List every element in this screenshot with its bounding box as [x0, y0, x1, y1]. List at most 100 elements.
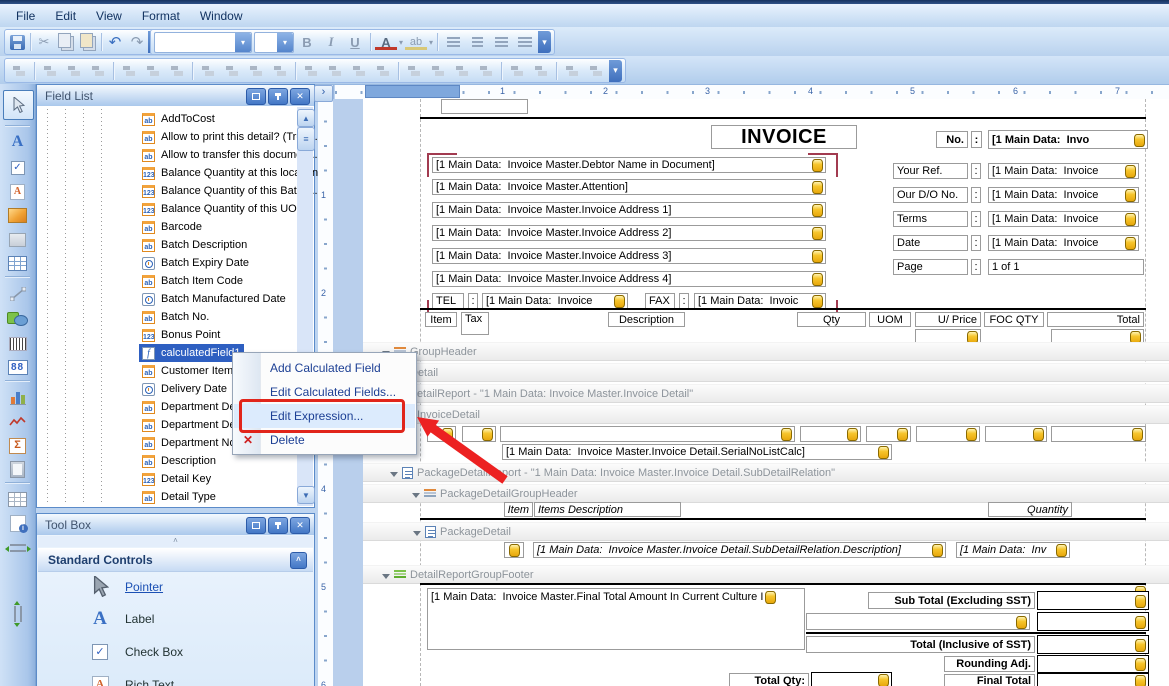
collapse-triangle-icon[interactable] — [382, 573, 390, 579]
final-total-value[interactable] — [1037, 673, 1149, 686]
final-total-label[interactable]: Final Total — [944, 674, 1035, 686]
field-item[interactable]: ab Allow to print this detail? (True... — [139, 128, 321, 146]
report-control-empty[interactable] — [441, 99, 528, 114]
tax-row-field[interactable] — [806, 613, 1030, 630]
bound-field[interactable]: [1 Main Data: Inv — [956, 542, 1070, 558]
info-label[interactable]: No. — [936, 131, 968, 148]
collapse-panel-arrow-icon[interactable]: › — [314, 85, 333, 102]
field-item[interactable]: 123 Balance Quantity of this Batch... — [139, 182, 321, 200]
colon-separator[interactable]: : — [971, 163, 981, 179]
band-packagedetail[interactable]: PackageDetail — [363, 522, 1169, 541]
standard-controls-header[interactable]: Standard Controls ˄ — [38, 548, 313, 572]
font-color-dropdown-icon[interactable]: ▾ — [399, 38, 403, 47]
bound-field[interactable]: [1 Main Data: Invo — [988, 130, 1148, 149]
font-name-dropdown-icon[interactable]: ▾ — [235, 32, 251, 52]
font-size-combo[interactable]: ▾ — [254, 31, 294, 53]
sparkline-tool-icon[interactable] — [3, 410, 32, 433]
bound-field[interactable]: [1 Main Data: Invoice — [988, 211, 1139, 227]
package-column-item[interactable]: Item — [504, 502, 533, 517]
subtotal-label[interactable]: Sub Total (Excluding SST) — [868, 592, 1035, 609]
detail-cell[interactable] — [800, 426, 861, 442]
bound-field[interactable]: [1 Main Data: Invoice — [482, 293, 628, 309]
field-item[interactable]: ab Detail Type — [139, 488, 219, 506]
center-horizontally-icon[interactable] — [506, 61, 528, 81]
remove-horizontal-spacing-icon[interactable] — [372, 61, 394, 81]
panel-restore-icon[interactable] — [246, 517, 266, 534]
zipcode-tool-icon[interactable]: 88 — [3, 356, 32, 379]
toolbox-item-richtext[interactable]: A Rich Text — [83, 676, 174, 686]
invoice-title[interactable]: INVOICE — [711, 125, 857, 149]
font-size-dropdown-icon[interactable]: ▾ — [277, 32, 293, 52]
field-item[interactable]: ab Department No. — [139, 434, 242, 452]
align-bottoms-icon[interactable] — [166, 61, 188, 81]
copy-icon[interactable] — [55, 32, 77, 52]
bound-field[interactable]: [1 Main Data: Invoice Master.Invoice Det… — [533, 542, 946, 558]
field-item[interactable]: Delivery Date — [139, 380, 230, 398]
menu-item-add-calculated-field[interactable]: Add Calculated Field — [234, 356, 415, 380]
font-name-combo[interactable]: ▾ — [154, 31, 252, 53]
column-header[interactable]: Tax — [461, 312, 489, 335]
toolbox-item-checkbox[interactable]: ✓ Check Box — [83, 644, 183, 660]
band-detail[interactable]: Detail — [363, 363, 1169, 382]
checkbox-tool-icon[interactable]: ✓ — [3, 156, 32, 179]
package-column-description[interactable]: Items Description — [534, 502, 681, 517]
detail-cell[interactable] — [500, 426, 795, 442]
colon-separator[interactable]: : — [971, 131, 982, 148]
section-collapse-chevron-icon[interactable]: ˄ — [290, 552, 307, 569]
field-item[interactable]: 123 Detail Key — [139, 470, 214, 488]
colon-separator[interactable]: : — [971, 259, 981, 275]
make-same-width-icon[interactable] — [197, 61, 219, 81]
clipboard-tool-icon[interactable] — [3, 458, 32, 481]
info-label[interactable]: Date — [893, 235, 968, 251]
menu-format[interactable]: Format — [132, 6, 190, 26]
bound-field[interactable]: [1 Main Data: Invoice — [988, 187, 1139, 203]
detail-cell[interactable] — [916, 426, 980, 442]
bound-field[interactable]: [1 Main Data: Invoice — [988, 235, 1139, 251]
rounding-adj-label[interactable]: Rounding Adj. — [944, 656, 1035, 672]
layout-toolbar-chevron-icon[interactable]: ▾ — [609, 59, 622, 82]
subtotal-value[interactable] — [1037, 591, 1149, 610]
final-total-words-field[interactable]: [1 Main Data: Invoice Master.Final Total… — [427, 588, 805, 650]
bound-field[interactable]: [1 Main Data: Invoice — [988, 163, 1139, 179]
panel-close-icon[interactable]: ✕ — [290, 88, 310, 105]
pageinfo-tool-icon[interactable] — [3, 512, 32, 535]
cut-icon[interactable]: ✂ — [33, 32, 55, 52]
column-header[interactable]: U/ Price — [915, 312, 981, 327]
decrease-vertical-spacing-icon[interactable] — [451, 61, 473, 81]
subreport-tool-icon[interactable] — [3, 488, 32, 511]
decrease-horizontal-spacing-icon[interactable] — [348, 61, 370, 81]
equal-vertical-spacing-icon[interactable] — [403, 61, 425, 81]
tax-value[interactable] — [1037, 612, 1149, 631]
colon-separator[interactable]: : — [679, 293, 689, 309]
pagebreak-tool-icon[interactable] — [3, 536, 32, 559]
band-groupheader[interactable]: GroupHeader — [363, 342, 1169, 361]
band-detailreport[interactable]: DetailReport - "1 Main Data: Invoice Mas… — [363, 384, 1169, 403]
colon-separator[interactable]: : — [468, 293, 478, 309]
align-center-icon[interactable] — [466, 32, 488, 52]
align-left-edges-icon[interactable] — [39, 61, 61, 81]
label-tool-icon[interactable]: A — [3, 130, 32, 153]
make-same-height-icon[interactable] — [245, 61, 267, 81]
rounding-adj-value[interactable] — [1037, 655, 1149, 673]
redo-icon[interactable]: ↷ — [126, 32, 148, 52]
pointer-tool-icon[interactable] — [3, 90, 34, 120]
bound-field[interactable]: [1 Main Data: Invoice Master.Invoice Add… — [432, 202, 826, 218]
info-label[interactable]: Terms — [893, 211, 968, 227]
bound-field[interactable]: [1 Main Data: Invoice Master.Invoice Add… — [432, 271, 826, 287]
info-label[interactable]: Your Ref. — [893, 163, 968, 179]
total-qty-value[interactable] — [811, 672, 892, 686]
column-header[interactable]: FOC QTY — [984, 312, 1044, 327]
picturebox-tool-icon[interactable] — [3, 204, 32, 227]
toolbox-item-label[interactable]: A Label — [83, 609, 154, 628]
field-item[interactable]: ab AddToCost — [139, 110, 218, 128]
field-item[interactable]: Batch Manufactured Date — [139, 290, 289, 308]
panel-pin-icon[interactable] — [268, 517, 288, 534]
panel-pin-icon[interactable] — [268, 88, 288, 105]
bound-field[interactable]: [1 Main Data: Invoice Master.Debtor Name… — [432, 157, 826, 173]
colon-separator[interactable]: : — [971, 235, 981, 251]
field-item-selected[interactable]: f calculatedField1 — [139, 344, 244, 362]
detail-cell[interactable] — [504, 542, 524, 558]
align-justify-icon[interactable] — [514, 32, 536, 52]
fax-label[interactable]: FAX — [645, 293, 675, 309]
equal-horizontal-spacing-icon[interactable] — [300, 61, 322, 81]
